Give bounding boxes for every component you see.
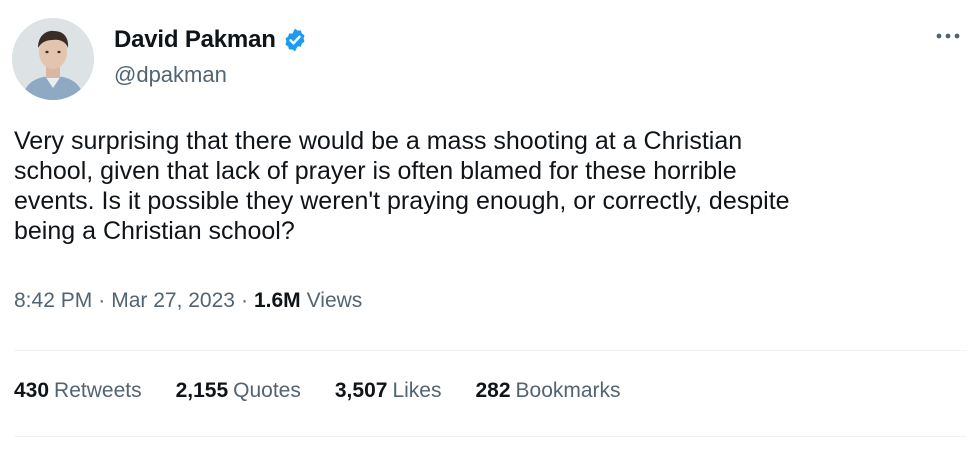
meta-separator: · — [240, 289, 248, 312]
quotes-label: Quotes — [233, 379, 301, 402]
display-name[interactable]: David Pakman — [114, 26, 276, 54]
meta-separator: · — [98, 289, 106, 312]
tweet-time[interactable]: 8:42 PM — [14, 289, 92, 313]
retweets-label: Retweets — [54, 379, 142, 402]
avatar[interactable] — [12, 18, 94, 100]
likes-count: 3,507 — [334, 379, 388, 402]
avatar-photo — [12, 18, 94, 100]
tweet-date[interactable]: Mar 27, 2023 — [111, 289, 235, 313]
quotes-stat[interactable]: 2,155 Quotes — [176, 379, 301, 403]
retweets-stat[interactable]: 430 Retweets — [14, 379, 142, 403]
divider — [14, 350, 966, 351]
author-name-row[interactable]: David Pakman — [114, 26, 308, 54]
handle[interactable]: @dpakman — [114, 62, 227, 88]
more-icon[interactable] — [930, 22, 966, 50]
verified-badge-icon — [282, 27, 308, 53]
engagement-stats: 430 Retweets 2,155 Quotes 3,507 Likes 28… — [14, 379, 621, 403]
quotes-count: 2,155 — [175, 379, 229, 402]
tweet-meta: 8:42 PM · Mar 27, 2023 · 1.6M Views — [14, 289, 362, 313]
likes-stat[interactable]: 3,507 Likes — [335, 379, 442, 403]
bookmarks-count: 282 — [475, 379, 511, 402]
divider — [14, 436, 966, 437]
likes-label: Likes — [392, 379, 442, 402]
bookmarks-stat[interactable]: 282 Bookmarks — [475, 379, 620, 403]
views-label: Views — [306, 289, 363, 312]
views-count: 1.6M — [253, 289, 301, 312]
retweets-count: 430 — [14, 379, 50, 402]
bookmarks-label: Bookmarks — [515, 379, 621, 402]
tweet-text: Very surprising that there would be a ma… — [14, 127, 790, 245]
